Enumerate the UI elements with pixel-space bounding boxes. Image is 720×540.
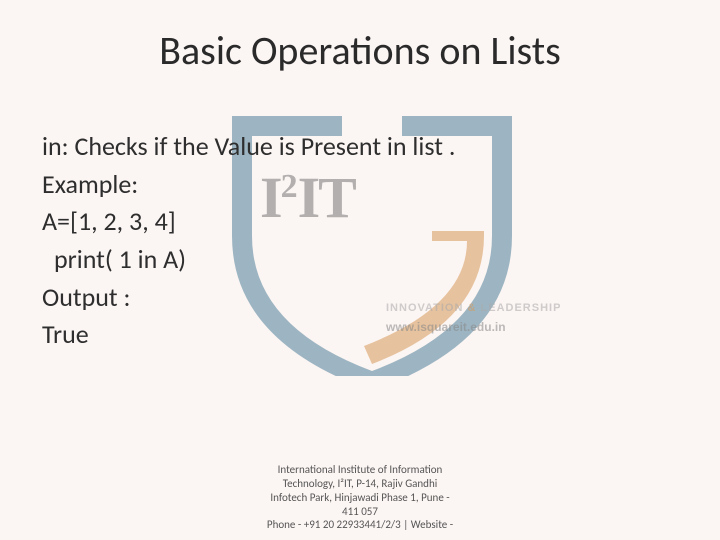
- body-line: Example:: [42, 166, 455, 204]
- body-line: A=[1, 2, 3, 4]: [42, 203, 455, 241]
- body-line: True: [42, 316, 455, 354]
- body-line: print( 1 in A): [42, 241, 455, 279]
- footer-line: Infotech Park, Hinjawadi Phase 1, Pune -: [220, 491, 500, 505]
- slide-title: Basic Operations on Lists: [0, 0, 720, 75]
- slide-body: in: Checks if the Value is Present in li…: [42, 128, 455, 354]
- footer-line: International Institute of Information: [220, 463, 500, 477]
- footer-text: International Institute of Information T…: [0, 463, 720, 532]
- footer-line: Technology, I²IT, P-14, Rajiv Gandhi: [220, 477, 500, 491]
- body-line: Output :: [42, 279, 455, 317]
- body-line: in: Checks if the Value is Present in li…: [42, 128, 455, 166]
- footer-line: 411 057: [220, 505, 500, 519]
- footer-line: Phone - +91 20 22933441/2/3 | Website -: [220, 518, 500, 532]
